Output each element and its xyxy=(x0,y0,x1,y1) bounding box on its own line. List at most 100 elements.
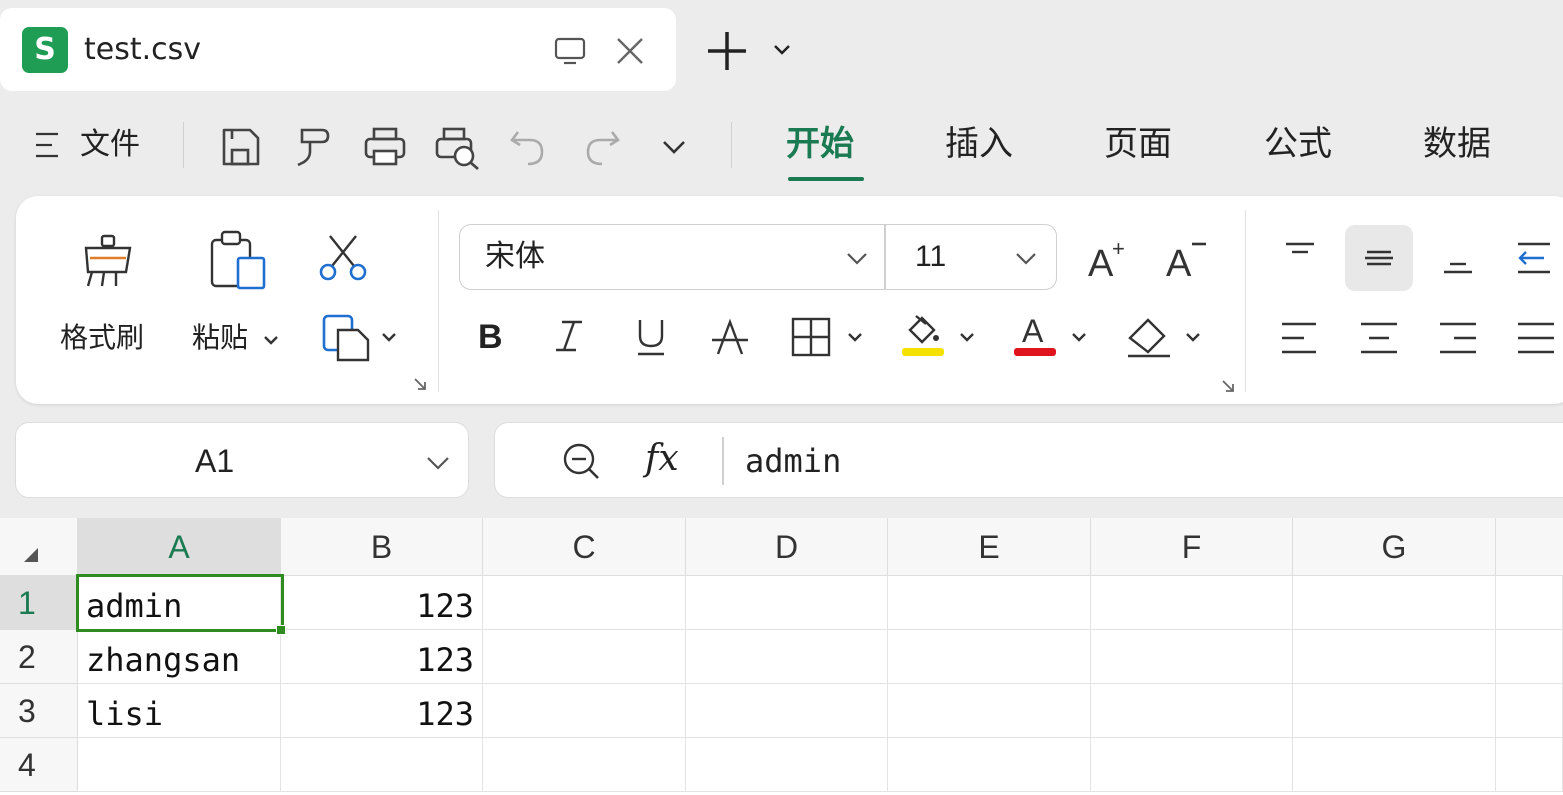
font-name-chevron-icon[interactable] xyxy=(844,246,870,270)
borders-icon[interactable] xyxy=(790,316,832,358)
underline-icon[interactable] xyxy=(634,314,668,358)
fill-color-icon[interactable] xyxy=(900,310,948,360)
cell-d2[interactable] xyxy=(686,630,888,684)
cell-e4[interactable] xyxy=(888,738,1091,792)
justify-icon[interactable] xyxy=(1516,318,1556,358)
align-middle-icon[interactable] xyxy=(1361,240,1397,276)
cell-c3[interactable] xyxy=(483,684,686,738)
print-icon[interactable] xyxy=(362,124,408,170)
fill-handle[interactable] xyxy=(276,625,286,635)
cell-h4[interactable] xyxy=(1496,738,1563,792)
column-header-e[interactable]: E xyxy=(888,518,1091,576)
cell-b1[interactable]: 123 xyxy=(281,576,483,630)
cell-d3[interactable] xyxy=(686,684,888,738)
align-right-icon[interactable] xyxy=(1438,318,1478,358)
clipboard-launcher-icon[interactable] xyxy=(412,376,428,392)
zoom-icon[interactable] xyxy=(560,440,604,484)
decrease-font-icon[interactable]: A xyxy=(1166,234,1210,282)
tab-insert[interactable]: 插入 xyxy=(945,122,1013,166)
align-left-icon[interactable] xyxy=(1280,318,1320,358)
cell-a2[interactable]: zhangsan xyxy=(78,630,281,684)
cell-e1[interactable] xyxy=(888,576,1091,630)
row-header-4[interactable]: 4 xyxy=(0,738,78,792)
strikethrough-icon[interactable] xyxy=(710,314,750,360)
monitor-icon[interactable] xyxy=(553,34,587,68)
paste-dropdown-icon[interactable] xyxy=(262,331,280,349)
cell-g3[interactable] xyxy=(1293,684,1496,738)
cell-h3[interactable] xyxy=(1496,684,1563,738)
cell-g4[interactable] xyxy=(1293,738,1496,792)
cut-icon[interactable] xyxy=(316,232,370,286)
row-header-1[interactable]: 1 xyxy=(0,576,78,630)
cell-e3[interactable] xyxy=(888,684,1091,738)
insert-function-icon[interactable]: fx xyxy=(645,436,679,482)
quick-access-chevron-icon[interactable] xyxy=(660,133,688,161)
cell-c4[interactable] xyxy=(483,738,686,792)
save-icon[interactable] xyxy=(218,124,264,170)
clear-format-dropdown-icon[interactable] xyxy=(1184,328,1202,346)
cell-f4[interactable] xyxy=(1091,738,1293,792)
decrease-indent-icon[interactable] xyxy=(1514,238,1554,278)
row-header-2[interactable]: 2 xyxy=(0,630,78,684)
file-menu[interactable]: 文件 xyxy=(80,125,140,165)
format-brush-icon[interactable] xyxy=(290,124,336,170)
italic-icon[interactable] xyxy=(552,314,586,358)
cell-b2[interactable]: 123 xyxy=(281,630,483,684)
name-box[interactable] xyxy=(15,422,469,498)
font-name-select[interactable]: 宋体 xyxy=(485,237,545,277)
cell-a4[interactable] xyxy=(78,738,281,792)
column-header-h[interactable] xyxy=(1496,518,1563,576)
copy-dropdown-icon[interactable] xyxy=(380,328,398,346)
increase-font-icon[interactable]: A + xyxy=(1088,234,1132,282)
print-preview-icon[interactable] xyxy=(434,124,482,172)
cell-f3[interactable] xyxy=(1091,684,1293,738)
cell-b3[interactable]: 123 xyxy=(281,684,483,738)
chevron-down-icon[interactable] xyxy=(770,38,794,62)
align-center-icon[interactable] xyxy=(1359,318,1399,358)
cell-d1[interactable] xyxy=(686,576,888,630)
cell-h2[interactable] xyxy=(1496,630,1563,684)
column-header-d[interactable]: D xyxy=(686,518,888,576)
column-header-g[interactable]: G xyxy=(1293,518,1496,576)
column-header-b[interactable]: B xyxy=(281,518,483,576)
paste-icon[interactable] xyxy=(208,228,270,294)
close-tab-icon[interactable] xyxy=(613,34,647,68)
align-bottom-icon[interactable] xyxy=(1440,244,1476,280)
bold-icon[interactable]: B xyxy=(476,314,510,358)
clear-format-eraser-icon[interactable] xyxy=(1124,312,1176,360)
hamburger-menu-icon[interactable] xyxy=(33,130,61,160)
copy-icon[interactable] xyxy=(320,310,374,364)
cell-c2[interactable] xyxy=(483,630,686,684)
tab-formula[interactable]: 公式 xyxy=(1264,122,1332,166)
font-color-dropdown-icon[interactable] xyxy=(1070,328,1088,346)
font-size-select[interactable]: 11 xyxy=(915,237,946,277)
cell-f2[interactable] xyxy=(1091,630,1293,684)
column-header-c[interactable]: C xyxy=(483,518,686,576)
row-header-3[interactable]: 3 xyxy=(0,684,78,738)
fill-color-dropdown-icon[interactable] xyxy=(958,328,976,346)
tab-home[interactable]: 开始 xyxy=(786,122,854,166)
cell-d4[interactable] xyxy=(686,738,888,792)
undo-icon[interactable] xyxy=(508,124,548,170)
paste-button[interactable]: 粘贴 xyxy=(192,320,248,356)
column-header-a[interactable]: A xyxy=(78,518,281,576)
font-color-icon[interactable]: A xyxy=(1012,310,1060,360)
cell-a3[interactable]: lisi xyxy=(78,684,281,738)
cell-e2[interactable] xyxy=(888,630,1091,684)
cell-g1[interactable] xyxy=(1293,576,1496,630)
align-top-icon[interactable] xyxy=(1282,238,1318,274)
font-launcher-icon[interactable] xyxy=(1220,378,1236,394)
cell-h1[interactable] xyxy=(1496,576,1563,630)
borders-dropdown-icon[interactable] xyxy=(846,328,864,346)
cell-b4[interactable] xyxy=(281,738,483,792)
cell-g2[interactable] xyxy=(1293,630,1496,684)
cell-c1[interactable] xyxy=(483,576,686,630)
cell-f1[interactable] xyxy=(1091,576,1293,630)
format-painter-button[interactable]: 格式刷 xyxy=(60,320,144,356)
redo-icon[interactable] xyxy=(582,124,622,170)
font-size-chevron-icon[interactable] xyxy=(1013,246,1039,270)
tab-data[interactable]: 数据 xyxy=(1423,122,1491,166)
formula-input[interactable]: admin xyxy=(745,440,841,482)
new-tab-icon[interactable] xyxy=(704,28,750,74)
name-box-chevron-icon[interactable] xyxy=(424,450,452,476)
